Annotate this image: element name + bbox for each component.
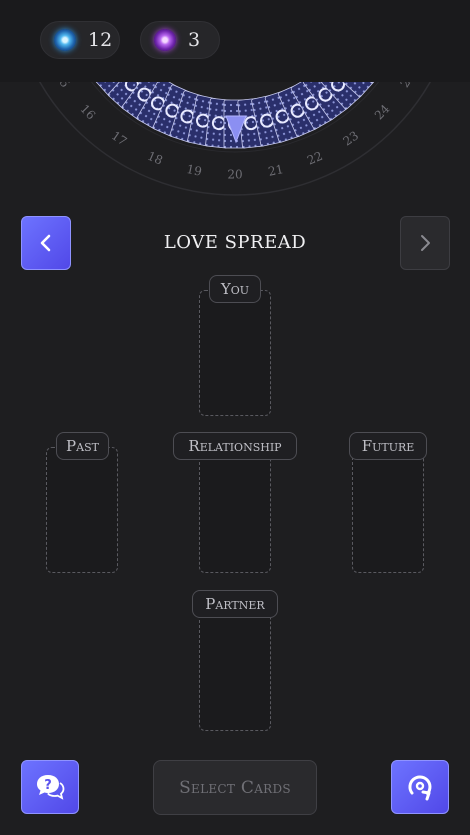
wheel-number: 19 (185, 162, 203, 179)
svg-text:?: ? (44, 778, 52, 793)
wheel-number: 24 (372, 101, 393, 122)
label-past: Past (56, 432, 109, 460)
chevron-right-icon (421, 235, 430, 251)
purple-orb-counter[interactable]: 3 (140, 21, 220, 59)
purple-orb-count: 3 (188, 29, 201, 51)
chevron-left-icon (40, 234, 51, 252)
label-future: Future (349, 432, 427, 460)
label-relationship: Relationship (173, 432, 297, 460)
slot-relationship[interactable] (199, 447, 271, 573)
wheel-number: 21 (267, 162, 285, 179)
top-bar: 12 3 (0, 0, 470, 82)
blue-orb-icon (54, 29, 76, 51)
purple-orb-icon (154, 29, 176, 51)
label-you: You (209, 275, 261, 303)
prev-spread-button[interactable] (21, 216, 71, 270)
wheel-number: 18 (145, 149, 165, 168)
wheel-number: 20 (227, 168, 242, 182)
wheel-number: 23 (341, 128, 362, 148)
slot-partner[interactable] (199, 605, 271, 731)
wheel-number: 22 (305, 149, 325, 168)
blue-orb-counter[interactable]: 12 (40, 21, 120, 59)
slot-you[interactable] (199, 290, 271, 416)
slot-past[interactable] (46, 447, 118, 573)
spread-title: LOVE SPREAD (163, 232, 307, 253)
select-cards-button[interactable]: Select Cards (153, 760, 317, 815)
slot-future[interactable] (352, 447, 424, 573)
wheel-number: 17 (109, 128, 130, 148)
reset-icon (408, 775, 432, 801)
help-button[interactable]: ? (21, 760, 79, 814)
label-partner: Partner (192, 590, 278, 618)
help-chat-icon: ? (37, 775, 65, 800)
next-spread-button[interactable] (400, 216, 450, 270)
wheel-number: 16 (78, 102, 99, 123)
blue-orb-count: 12 (88, 29, 113, 51)
reset-button[interactable] (391, 760, 449, 814)
